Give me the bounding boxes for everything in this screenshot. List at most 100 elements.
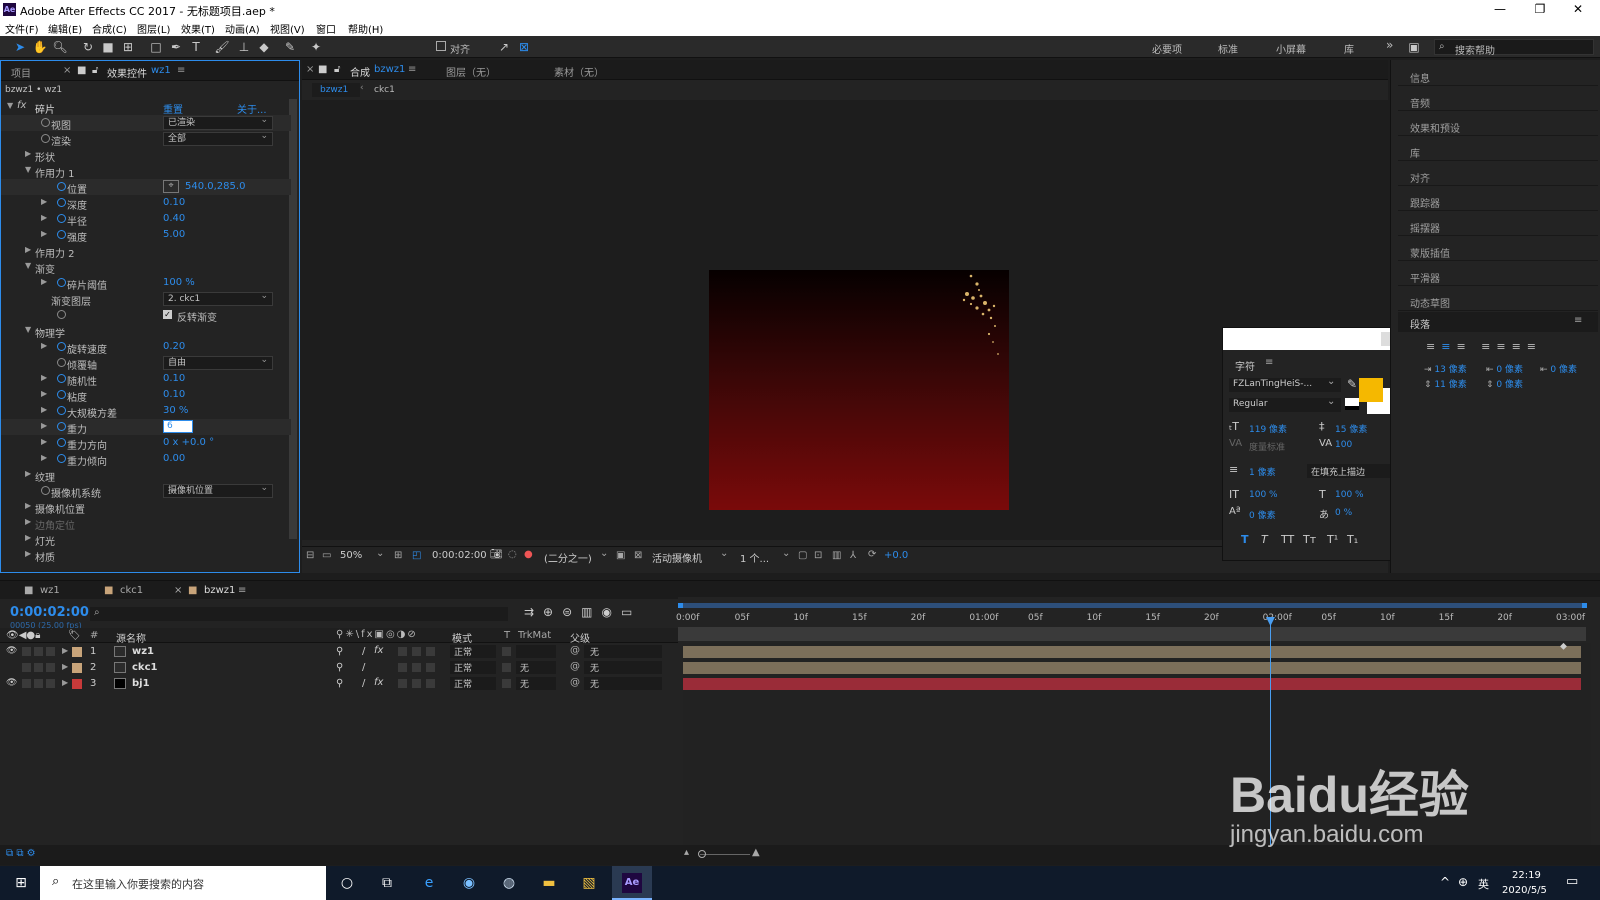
type-tool-icon[interactable]: T	[188, 40, 204, 54]
padlock-icon[interactable]: 🔓︎	[92, 65, 98, 76]
close-tab-icon[interactable]: ×	[306, 64, 314, 75]
effect-property-row[interactable]: ▶ 材质	[1, 547, 291, 564]
chevron-down-icon[interactable]: ⌄	[1327, 376, 1335, 387]
expand-triangle-icon[interactable]: ▼	[25, 165, 31, 174]
effect-property-row[interactable]: ▶ 灯光	[1, 531, 291, 548]
mode-dropdown[interactable]: 正常	[450, 661, 496, 674]
collapse-triangle-icon[interactable]: ▶	[41, 405, 47, 414]
panel-menu-icon[interactable]: ≡	[177, 65, 185, 76]
layer-duration-bar[interactable]	[683, 662, 1581, 674]
space-after-value[interactable]: 0 像素	[1496, 380, 1523, 390]
fx-icon[interactable]: fx	[374, 677, 383, 688]
effect-property-row[interactable]: ▶ 大规模方差 30 %	[1, 403, 291, 420]
black-white-swatch[interactable]	[1345, 398, 1359, 410]
tab-effect-layer[interactable]: wz1	[151, 65, 171, 76]
padlock-icon[interactable]: 🔓︎	[334, 64, 340, 75]
tab-wz1[interactable]: wz1	[40, 585, 60, 596]
table-row[interactable]: ▶ 2 ckc1 ⚲ / 正常 无 @ 无	[0, 660, 668, 676]
effect-property-row[interactable]: ▶ 碎片阈值 100 %	[1, 275, 291, 292]
clock-date[interactable]: 2020/5/5	[1502, 885, 1547, 896]
current-timecode[interactable]: 0:00:02:00	[432, 550, 487, 561]
work-area-start-handle[interactable]	[678, 603, 683, 608]
exposure-value[interactable]: +0.0	[884, 550, 908, 561]
color-channels-icon[interactable]: ●	[524, 549, 533, 560]
trkmat-dropdown[interactable]: 无	[516, 677, 556, 690]
collapse-triangle-icon[interactable]: ▶	[25, 469, 31, 478]
switch-box[interactable]	[426, 647, 435, 656]
composition-canvas[interactable]	[709, 270, 1009, 510]
tsume-value[interactable]: 0 %	[1335, 508, 1352, 518]
puppet-tool-icon[interactable]: ✦	[308, 40, 324, 54]
effect-property-row[interactable]: ▶ 重力方向 0 x +0.0 °	[1, 435, 291, 452]
zoom-out-icon[interactable]: ▴	[684, 847, 689, 858]
effect-property-row[interactable]: ✓ 反转渐变	[1, 307, 291, 324]
tray-chevron-icon[interactable]: ^	[1440, 875, 1450, 889]
roto-brush-tool-icon[interactable]: ✎	[282, 40, 298, 54]
switch-box[interactable]	[398, 663, 407, 672]
switch-box[interactable]	[398, 647, 407, 656]
property-value[interactable]: 540.0,285.0	[185, 181, 245, 192]
preserve-transparency-toggle[interactable]	[502, 647, 511, 656]
workspace-libraries[interactable]: 库	[1344, 41, 1354, 56]
collapse-triangle-icon[interactable]: ▶	[25, 245, 31, 254]
parent-dropdown[interactable]: 无	[584, 645, 662, 658]
parent-dropdown[interactable]: 无	[584, 661, 662, 674]
pick-whip-icon[interactable]: @	[570, 645, 580, 656]
stopwatch-icon[interactable]	[57, 230, 66, 239]
property-value-input[interactable]: 6	[163, 420, 193, 433]
snap-checkbox[interactable]	[436, 41, 446, 51]
zoom-slider-track[interactable]	[700, 854, 750, 855]
stopwatch-icon[interactable]	[41, 486, 50, 495]
tracking-value[interactable]: 100	[1335, 440, 1352, 450]
effect-property-row[interactable]: 倾覆轴 自由	[1, 354, 291, 372]
fast-preview-icon[interactable]: ⊡	[814, 550, 822, 561]
label-color-swatch[interactable]	[72, 663, 82, 673]
file-explorer-icon[interactable]: ▬	[538, 872, 560, 894]
faux-bold-button[interactable]: T	[1241, 533, 1249, 546]
character-panel-titlebar[interactable]	[1223, 328, 1399, 350]
shy-icon[interactable]: ⚲	[336, 678, 343, 689]
resolution-dropdown[interactable]: (二分之一)	[544, 550, 592, 565]
stopwatch-icon[interactable]	[57, 438, 66, 447]
fx-icon[interactable]: fx	[17, 100, 26, 111]
breadcrumb-bzwz1[interactable]: bzwz1	[312, 83, 360, 97]
property-dropdown[interactable]: 已渲染	[163, 114, 273, 130]
eye-icon[interactable]: 👁︎	[6, 646, 17, 656]
lock-toggle[interactable]	[46, 647, 55, 656]
collapse-triangle-icon[interactable]: ▶	[25, 501, 31, 510]
work-area-end-handle[interactable]	[1582, 603, 1587, 608]
property-value[interactable]: 0.10	[163, 389, 185, 400]
effect-property-row[interactable]: 视图 已渲染	[1, 114, 291, 132]
collapse-triangle-icon[interactable]: ▶	[41, 437, 47, 446]
horizontal-scale-value[interactable]: 100 %	[1335, 490, 1364, 500]
tab-footage-viewer[interactable]: 素材（无）	[554, 64, 604, 79]
workspace-panel-icon[interactable]: ▣	[1406, 40, 1422, 54]
stopwatch-icon[interactable]	[57, 390, 66, 399]
close-button[interactable]: ✕	[1558, 1, 1598, 18]
stopwatch-icon[interactable]	[57, 422, 66, 431]
collapse-triangle-icon[interactable]: ▶	[62, 662, 68, 671]
edge-browser-icon[interactable]: e	[418, 872, 440, 894]
right-panel-9[interactable]: 动态草图	[1398, 287, 1598, 311]
effect-property-row[interactable]: ▶ 摄像机位置	[1, 499, 291, 516]
eraser-tool-icon[interactable]: ◆	[256, 40, 272, 54]
effect-property-row[interactable]: ▶ 边角定位	[1, 515, 291, 532]
windows-start-icon[interactable]: ⊞	[10, 872, 32, 894]
collapse-triangle-icon[interactable]: ▶	[41, 213, 47, 222]
subscript-button[interactable]: T₁	[1347, 533, 1358, 546]
work-area-bar[interactable]	[678, 603, 1586, 608]
expand-triangle-icon[interactable]: ▼	[25, 261, 31, 270]
snap-options-icon[interactable]: ↗	[496, 40, 512, 54]
collapse-triangle-icon[interactable]: ▶	[62, 678, 68, 687]
views-dropdown[interactable]: 1 个...	[740, 550, 769, 565]
tab-layer-viewer[interactable]: 图层（无）	[446, 64, 496, 79]
camera-dropdown[interactable]: 活动摄像机	[652, 550, 702, 565]
flowchart-icon[interactable]: ⅄	[850, 550, 856, 561]
shy-icon[interactable]: ⚲	[336, 646, 343, 657]
menu-animation[interactable]: 动画(A)	[225, 21, 260, 36]
solo-toggle[interactable]	[34, 679, 43, 688]
tab-project[interactable]: 项目	[11, 65, 31, 80]
collapse-triangle-icon[interactable]: ▶	[25, 517, 31, 526]
zoom-slider-handle[interactable]	[698, 850, 706, 858]
zoom-dropdown[interactable]: 50%	[340, 550, 362, 561]
